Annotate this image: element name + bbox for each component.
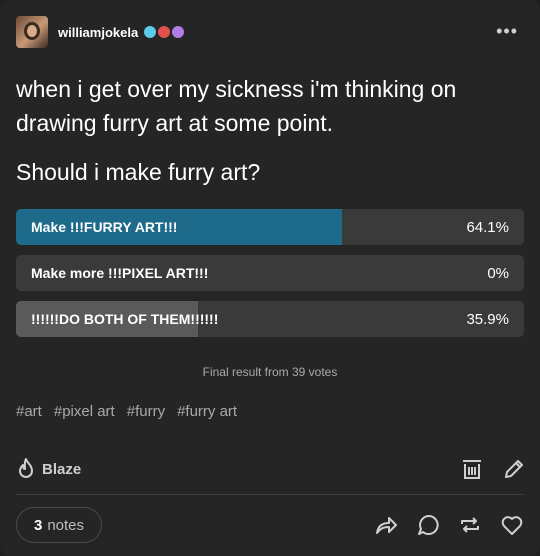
poll-option[interactable]: Make !!!FURRY ART!!! 64.1%: [16, 209, 524, 245]
badge-icon: [158, 26, 171, 38]
avatar[interactable]: [16, 16, 48, 48]
notes-count: 3: [33, 516, 43, 534]
username[interactable]: williamjokela: [58, 25, 138, 40]
poll-option-percent: 0%: [487, 265, 509, 282]
post-header: williamjokela •••: [16, 16, 524, 48]
post-body: when i get over my sickness i'm thinking…: [16, 76, 457, 136]
tag-link[interactable]: #furry: [127, 403, 165, 420]
post-card: williamjokela ••• when i get over my sic…: [0, 0, 540, 556]
badge-icon: [144, 26, 157, 38]
poll-option-label: Make more !!!PIXEL ART!!!: [31, 265, 209, 281]
flame-icon: [19, 458, 33, 478]
user-badges: [144, 26, 185, 38]
poll-option-label: !!!!!!DO BOTH OF THEM!!!!!!: [31, 311, 219, 327]
tag-list: #art #pixel art #furry #furry art: [16, 403, 237, 420]
reblog-icon[interactable]: [458, 513, 482, 537]
footer-divider: [16, 494, 524, 495]
edit-pencil-icon[interactable]: [502, 457, 526, 481]
heart-icon[interactable]: [500, 513, 524, 537]
blaze-button[interactable]: Blaze: [16, 458, 81, 480]
badge-icon: [172, 26, 185, 38]
poll-option-percent: 64.1%: [466, 219, 509, 236]
blaze-label: Blaze: [42, 460, 82, 478]
poll-option[interactable]: !!!!!!DO BOTH OF THEM!!!!!! 35.9%: [16, 301, 524, 337]
more-options-icon[interactable]: •••: [496, 22, 518, 40]
poll-question: Should i make furry art?: [16, 159, 261, 185]
trash-icon[interactable]: [460, 457, 484, 481]
notes-label: notes: [47, 516, 85, 534]
tag-link[interactable]: #furry art: [177, 403, 237, 420]
notes-button[interactable]: 3 notes: [16, 507, 102, 543]
poll-option-percent: 35.9%: [466, 311, 509, 328]
tag-link[interactable]: #art: [16, 403, 42, 420]
poll-result-text: Final result from 39 votes: [202, 365, 338, 379]
poll-option[interactable]: Make more !!!PIXEL ART!!! 0%: [16, 255, 524, 291]
tag-link[interactable]: #pixel art: [54, 403, 115, 420]
poll-option-label: Make !!!FURRY ART!!!: [31, 219, 178, 235]
reply-icon[interactable]: [417, 513, 441, 537]
share-icon[interactable]: [374, 513, 398, 537]
